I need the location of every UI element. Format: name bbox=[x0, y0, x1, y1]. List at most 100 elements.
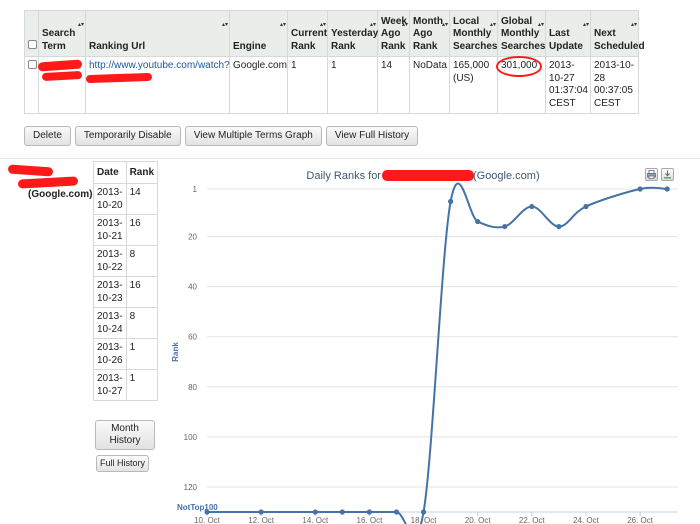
history-date-cell: 2013-10-22 bbox=[93, 245, 127, 277]
history-date-cell: 2013-10-20 bbox=[93, 183, 127, 215]
data-point[interactable] bbox=[529, 203, 535, 210]
yesterday-rank-cell: 1 bbox=[327, 56, 378, 114]
history-row: 2013-10-22 8 bbox=[93, 245, 159, 277]
y-tick-label: 60 bbox=[188, 333, 197, 342]
next-scheduled-cell: 2013-10-28 00:37:05 CEST bbox=[590, 56, 639, 114]
y-tick-label: 20 bbox=[188, 233, 197, 242]
daily-ranks-chart: Daily Ranks for (Google.com) 120406080100… bbox=[171, 170, 678, 524]
col-engine[interactable]: Engine bbox=[229, 10, 288, 57]
history-rank-cell: 1 bbox=[125, 369, 159, 401]
table-row: http://www.youtube.com/watch? Google.com… bbox=[24, 56, 639, 114]
delete-button[interactable]: Delete bbox=[24, 126, 71, 146]
x-tick-label: 18. Oct bbox=[411, 516, 438, 524]
history-rank-cell: 16 bbox=[125, 214, 159, 246]
x-tick-label: 22. Oct bbox=[519, 516, 546, 524]
data-point[interactable] bbox=[475, 218, 481, 225]
col-yesterday-rank[interactable]: Yesterday Rank bbox=[327, 10, 378, 57]
month-ago-rank-cell: NoData bbox=[409, 56, 450, 114]
export-chart-button[interactable] bbox=[661, 168, 674, 181]
x-tick-label: 14. Oct bbox=[302, 516, 329, 524]
month-history-button[interactable]: Month History bbox=[95, 420, 155, 450]
x-tick-label: 12. Oct bbox=[248, 516, 275, 524]
current-rank-cell: 1 bbox=[287, 56, 328, 114]
data-point[interactable] bbox=[420, 509, 427, 515]
col-month-ago-rank[interactable]: Month Ago Rank bbox=[409, 10, 450, 57]
print-chart-button[interactable] bbox=[645, 168, 658, 181]
history-row: 2013-10-24 8 bbox=[93, 307, 159, 339]
rank-history-table: Date Rank 2013-10-20 14 2013-10-21 16 2013-1… bbox=[93, 161, 159, 401]
data-point[interactable] bbox=[258, 509, 264, 515]
last-update-cell: 2013-10-27 01:37:04 CEST bbox=[545, 56, 591, 114]
full-history-button[interactable]: Full History bbox=[96, 455, 149, 472]
col-next-scheduled[interactable]: Next Scheduled bbox=[590, 10, 645, 57]
printer-icon bbox=[647, 170, 656, 179]
week-ago-rank-cell: 14 bbox=[377, 56, 410, 114]
data-point[interactable] bbox=[448, 198, 454, 205]
action-bar: Delete Temporarily Disable View Multiple… bbox=[24, 126, 419, 146]
section-divider bbox=[0, 158, 700, 159]
local-monthly-cell: 165,000 (US) bbox=[449, 56, 498, 114]
col-last-update[interactable]: Last Update bbox=[545, 10, 591, 57]
x-tick-label: 24. Oct bbox=[573, 516, 600, 524]
col-local-monthly[interactable]: Local Monthly Searches bbox=[449, 10, 498, 57]
view-full-history-button[interactable]: View Full History bbox=[325, 126, 419, 146]
col-current-rank[interactable]: Current Rank bbox=[287, 10, 328, 57]
history-row: 2013-10-27 1 bbox=[93, 369, 159, 401]
y-tick-label: 100 bbox=[184, 433, 198, 442]
redaction-mark bbox=[17, 176, 79, 189]
history-date-cell: 2013-10-27 bbox=[93, 369, 127, 401]
x-tick-label: 10. Oct bbox=[194, 516, 221, 524]
engine-label: (Google.com) bbox=[28, 189, 93, 200]
y-tick-label: 1 bbox=[193, 185, 198, 194]
row-select-cell bbox=[24, 56, 39, 114]
data-point[interactable] bbox=[393, 509, 400, 515]
col-global-monthly[interactable]: Global Monthly Searches bbox=[497, 10, 546, 57]
col-ranking-url[interactable]: Ranking Url bbox=[85, 10, 230, 57]
history-rank-cell: 8 bbox=[125, 307, 159, 339]
y-tick-label: 80 bbox=[188, 383, 197, 392]
history-date-cell: 2013-10-23 bbox=[93, 276, 127, 308]
history-rank-cell: 16 bbox=[125, 276, 159, 308]
data-point[interactable] bbox=[366, 509, 373, 515]
x-tick-label: 20. Oct bbox=[465, 516, 492, 524]
y-axis-ticks: 120406080100120 bbox=[184, 185, 198, 492]
temporarily-disable-button[interactable]: Temporarily Disable bbox=[74, 126, 181, 146]
history-rank-cell: 14 bbox=[125, 183, 159, 215]
history-date-cell: 2013-10-24 bbox=[93, 307, 127, 339]
ranking-url-link[interactable]: http://www.youtube.com/watch? bbox=[89, 60, 230, 71]
y-tick-label: 40 bbox=[188, 283, 197, 292]
history-row: 2013-10-23 16 bbox=[93, 276, 159, 308]
x-tick-label: 16. Oct bbox=[357, 516, 384, 524]
row-checkbox[interactable] bbox=[28, 60, 37, 69]
history-rank-cell: 1 bbox=[125, 338, 159, 370]
global-monthly-value: 301,000 bbox=[495, 56, 543, 76]
history-date-cell: 2013-10-21 bbox=[93, 214, 127, 246]
history-col-date: Date bbox=[93, 161, 127, 184]
select-all-checkbox[interactable] bbox=[28, 39, 37, 49]
not-top-100-label: NotTop100 bbox=[177, 503, 218, 512]
data-point[interactable] bbox=[339, 509, 345, 515]
engine-cell: Google.com bbox=[229, 56, 288, 114]
x-tick-label: 26. Oct bbox=[627, 516, 654, 524]
history-date-cell: 2013-10-26 bbox=[93, 338, 127, 370]
data-point[interactable] bbox=[664, 186, 670, 192]
data-point[interactable] bbox=[583, 203, 589, 210]
col-week-ago-rank[interactable]: Week Ago Rank bbox=[377, 10, 410, 57]
chart-gridlines bbox=[207, 188, 678, 513]
history-row: 2013-10-26 1 bbox=[93, 338, 159, 370]
data-point[interactable] bbox=[204, 509, 210, 515]
data-point[interactable] bbox=[637, 186, 643, 192]
redaction-mark bbox=[7, 164, 54, 177]
select-all-header bbox=[24, 10, 39, 57]
col-search-term[interactable]: Search Term bbox=[38, 10, 86, 57]
history-rank-cell: 8 bbox=[125, 245, 159, 277]
download-icon bbox=[664, 170, 671, 179]
ranking-url-cell: http://www.youtube.com/watch? bbox=[85, 56, 230, 114]
data-point[interactable] bbox=[312, 509, 318, 515]
history-row: 2013-10-21 16 bbox=[93, 214, 159, 246]
view-multiple-terms-graph-button[interactable]: View Multiple Terms Graph bbox=[184, 126, 322, 146]
y-tick-label: 120 bbox=[184, 483, 198, 492]
data-point[interactable] bbox=[556, 223, 562, 230]
data-point[interactable] bbox=[502, 223, 508, 230]
series-line bbox=[207, 182, 668, 524]
